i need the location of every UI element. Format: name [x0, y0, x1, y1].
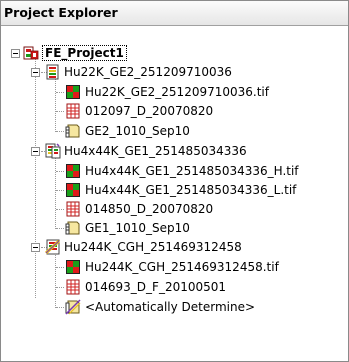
tree-item-file[interactable]: 014693_D_F_20100501 — [1, 278, 341, 296]
collapse-toggle-project[interactable] — [11, 49, 20, 58]
tree-item-label: FE_Project1 — [42, 45, 127, 61]
tree-item-file[interactable]: 012097_D_20070820 — [1, 102, 341, 120]
tree-item-file[interactable]: <Automatically Determine> — [1, 298, 341, 316]
tree-item-label: GE2_1010_Sep10 — [85, 124, 190, 138]
tree-item-label: Hu22K_GE2_251209710036 — [64, 65, 232, 79]
protocol-auto-icon — [65, 299, 81, 315]
tree-item-array[interactable]: Hu244K_CGH_251469312458 — [1, 238, 341, 256]
array-single-icon — [46, 64, 59, 80]
tree-item-label: <Automatically Determine> — [85, 300, 256, 314]
grid-template-icon — [66, 201, 80, 217]
project-icon — [23, 46, 39, 60]
panel-title: Project Explorer — [4, 5, 118, 20]
collapse-toggle-array[interactable] — [31, 147, 40, 156]
tree-item-file[interactable]: Hu4x44K_GE1_251485034336_H.tif — [1, 162, 341, 180]
project-tree: FE_Project1 Hu22K_GE2_251209710036 Hu22K… — [1, 26, 348, 361]
collapse-toggle-array[interactable] — [31, 68, 40, 77]
collapse-toggle-array[interactable] — [31, 243, 40, 252]
tree-item-file[interactable]: Hu22K_GE2_251209710036.tif — [1, 83, 341, 101]
tree-item-label: Hu22K_GE2_251209710036.tif — [85, 85, 269, 99]
tree-item-file[interactable]: GE2_1010_Sep10 — [1, 122, 341, 140]
tree-item-array[interactable]: Hu4x44K_GE1_251485034336 — [1, 142, 341, 160]
panel-title-bar: Project Explorer — [1, 1, 348, 26]
project-explorer-panel: Project Explorer FE_Project1 Hu22K_GE2_2… — [0, 0, 349, 362]
tree-item-label: 012097_D_20070820 — [85, 104, 214, 118]
tree-item-label: 014850_D_20070820 — [85, 202, 214, 216]
tree-item-label: Hu4x44K_GE1_251485034336_L.tif — [85, 183, 297, 197]
tree-item-label: Hu4x44K_GE1_251485034336 — [64, 144, 247, 158]
tree-item-project[interactable]: FE_Project1 — [1, 44, 341, 62]
tree-item-label: Hu4x44K_GE1_251485034336_H.tif — [85, 164, 299, 178]
tree-item-label: Hu244K_CGH_251469312458.tif — [85, 260, 279, 274]
grid-template-icon — [66, 279, 80, 295]
tif-image-icon — [66, 164, 80, 178]
tree-item-file[interactable]: 014850_D_20070820 — [1, 200, 341, 218]
tree-item-label: GE1_1010_Sep10 — [85, 221, 190, 235]
protocol-icon — [65, 124, 80, 138]
tif-image-icon — [66, 85, 80, 99]
tree-item-file[interactable]: Hu244K_CGH_251469312458.tif — [1, 258, 341, 276]
tif-image-icon — [66, 260, 80, 274]
tree-item-file[interactable]: GE1_1010_Sep10 — [1, 219, 341, 237]
grid-template-icon — [66, 103, 80, 119]
protocol-icon — [65, 221, 80, 235]
array-cgh-icon — [45, 239, 61, 255]
tree-item-array[interactable]: Hu22K_GE2_251209710036 — [1, 63, 341, 81]
array-multi-icon — [45, 143, 61, 159]
tree-item-file[interactable]: Hu4x44K_GE1_251485034336_L.tif — [1, 181, 341, 199]
tree-item-label: Hu244K_CGH_251469312458 — [64, 240, 242, 254]
tree-item-label: 014693_D_F_20100501 — [85, 280, 227, 294]
tif-image-icon — [66, 183, 80, 197]
